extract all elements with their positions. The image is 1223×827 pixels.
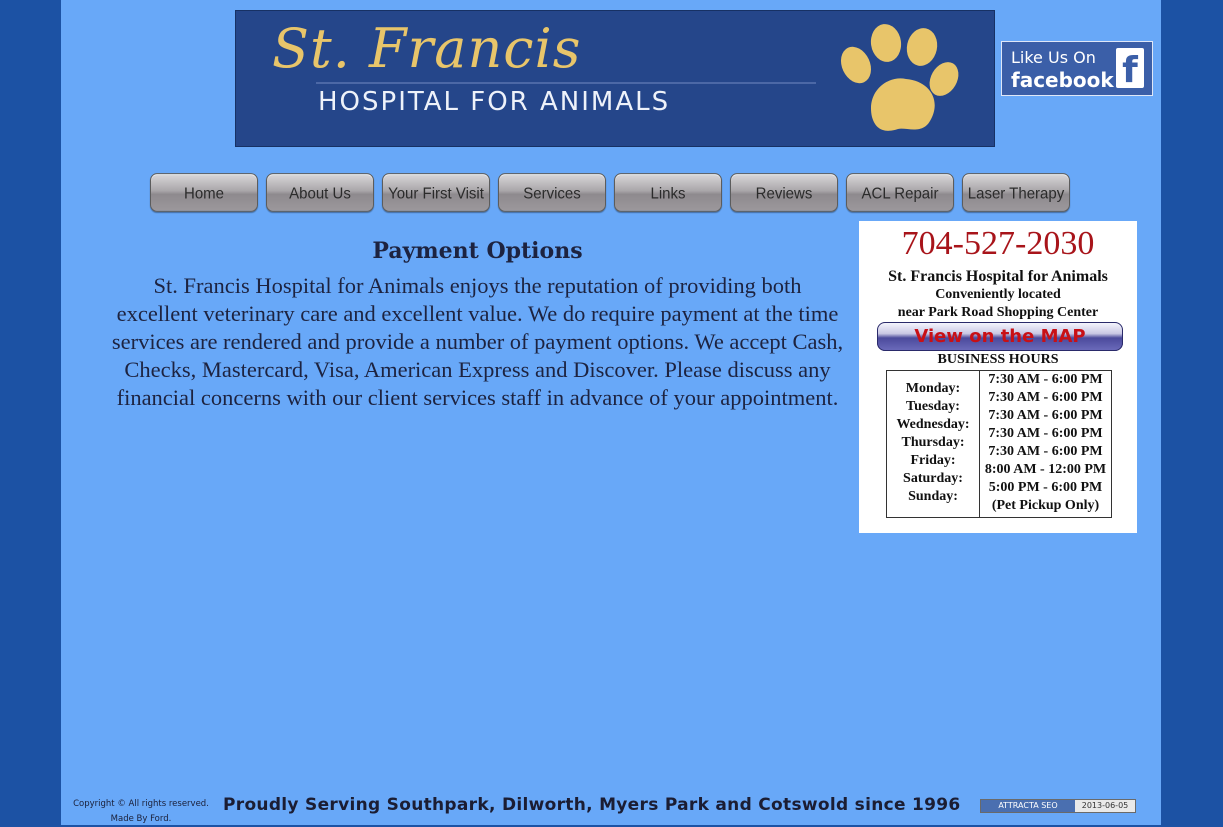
hours-time: 7:30 AM - 6:00 PM [988, 408, 1103, 423]
hours-day: Tuesday: [906, 399, 960, 414]
hours-row: (Pet Pickup Only) [887, 498, 1111, 516]
nav-first-visit-button[interactable]: Your First Visit [382, 173, 490, 212]
page-title: Payment Options [372, 238, 583, 264]
hours-day: Wednesday: [896, 417, 970, 432]
hours-time: 8:00 AM - 12:00 PM [984, 462, 1107, 477]
nav-acl-repair-button[interactable]: ACL Repair [846, 173, 954, 212]
hours-title: BUSINESS HOURS [937, 352, 1059, 367]
hours-note: (Pet Pickup Only) [991, 498, 1100, 513]
badge-label: ATTRACTA SEO [981, 800, 1075, 812]
site-banner[interactable]: St. Francis HOSPITAL FOR ANIMALS [235, 10, 995, 147]
location-line-2: near Park Road Shopping Center [897, 305, 1099, 320]
banner-title: St. Francis [272, 17, 582, 80]
copyright-line: Copyright © All rights reserved. [73, 799, 209, 809]
hours-day: Saturday: [903, 471, 963, 486]
clinic-name: St. Francis Hospital for Animals [888, 268, 1108, 285]
hours-time: 7:30 AM - 6:00 PM [988, 390, 1103, 405]
nav-about-us-button[interactable]: About Us [266, 173, 374, 212]
hours-day: Monday: [905, 381, 961, 396]
facebook-like-button[interactable]: Like Us On facebook f [1001, 41, 1153, 96]
facebook-like-text: Like Us On [1011, 48, 1096, 67]
facebook-brand-text: facebook [1011, 68, 1114, 92]
attracta-seo-badge[interactable]: ATTRACTA SEO 2013-06-05 [980, 799, 1136, 813]
service-area-tagline: Proudly Serving Southpark, Dilworth, Mye… [223, 795, 961, 815]
banner-divider [316, 82, 816, 84]
hours-day: Thursday: [901, 435, 965, 450]
nav-reviews-button[interactable]: Reviews [730, 173, 838, 212]
paw-icon [840, 24, 959, 131]
copyright-text: Copyright © All rights reserved. Made By… [61, 797, 221, 827]
phone-number[interactable]: 704-527-2030 [859, 225, 1137, 263]
nav-services-button[interactable]: Services [498, 173, 606, 212]
hours-time: 7:30 AM - 6:00 PM [988, 444, 1103, 459]
hours-time: 7:30 AM - 6:00 PM [988, 372, 1103, 387]
badge-date: 2013-06-05 [1075, 800, 1135, 812]
nav-links-button[interactable]: Links [614, 173, 722, 212]
main-nav: Home About Us Your First Visit Services … [150, 173, 1074, 212]
hours-time: 5:00 PM - 6:00 PM [988, 480, 1103, 495]
contact-hours-card[interactable]: 704-527-2030 St. Francis Hospital for An… [859, 221, 1137, 533]
location-line-1: Conveniently located [935, 287, 1061, 302]
nav-laser-therapy-button[interactable]: Laser Therapy [962, 173, 1070, 212]
main-content: Payment Options St. Francis Hospital for… [111, 238, 844, 412]
banner-subtitle: HOSPITAL FOR ANIMALS [318, 87, 671, 117]
payment-options-text: St. Francis Hospital for Animals enjoys … [111, 273, 844, 410]
hours-time: 7:30 AM - 6:00 PM [988, 426, 1103, 441]
hours-day: Friday: [910, 453, 956, 468]
view-map-button[interactable]: View on the MAP [877, 322, 1123, 351]
page-container: St. Francis HOSPITAL FOR ANIMALS Like Us… [61, 0, 1161, 825]
nav-home-button[interactable]: Home [150, 173, 258, 212]
facebook-icon: f [1116, 48, 1144, 91]
hours-table: Monday: 7:30 AM - 6:00 PM Tuesday: 7:30 … [886, 370, 1112, 518]
